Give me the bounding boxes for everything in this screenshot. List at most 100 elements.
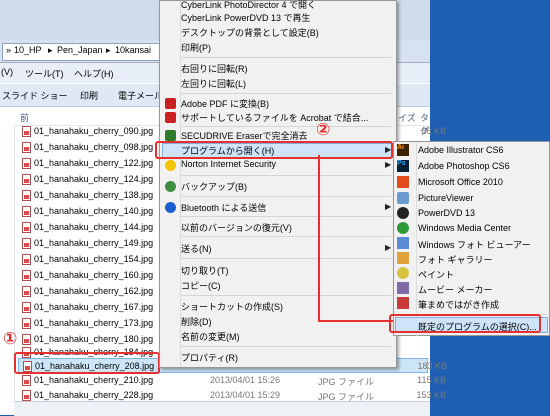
submenu-arrow-icon: ▶ — [385, 160, 392, 169]
menu-item-create-shortcut[interactable]: ショートカットの作成(S) — [181, 300, 283, 313]
submenu-item-photo-gallery[interactable]: フォト ギャラリー — [418, 253, 493, 266]
annotation-box-file — [14, 352, 160, 374]
annotation-box-open-with — [155, 141, 393, 159]
menu-view[interactable]: (V) — [1, 67, 13, 77]
menu-item-send-to[interactable]: 送る(N) — [181, 242, 212, 255]
menu-help[interactable]: ヘルプ(H) — [74, 67, 114, 80]
menu-item-backup[interactable]: バックアップ(B) — [181, 180, 247, 193]
pictureviewer-icon — [397, 192, 409, 204]
column-size[interactable]: イズ — [398, 111, 416, 124]
jpg-file-icon — [22, 254, 31, 265]
movie-maker-icon — [397, 282, 409, 294]
submenu-arrow-icon: ▶ — [385, 202, 392, 211]
menu-item-delete[interactable]: 削除(D) — [181, 315, 212, 328]
submenu-item-fudemame[interactable]: 筆まめではがき作成 — [418, 298, 499, 311]
breadcrumb-item[interactable]: 10kansai — [115, 45, 151, 55]
media-center-icon — [397, 222, 409, 234]
submenu-item-illustrator[interactable]: Adobe Illustrator CS6 — [418, 145, 504, 155]
menu-item-copy[interactable]: コピー(C) — [181, 279, 221, 292]
photoshop-icon: Ps — [397, 160, 409, 172]
menu-item-convert-pdf[interactable]: Adobe PDF に変換(B) — [181, 97, 269, 110]
menu-separator — [181, 196, 391, 197]
norton-icon — [165, 160, 176, 171]
menu-item-bluetooth-send[interactable]: Bluetooth による送信 — [181, 201, 266, 214]
menu-item-rename[interactable]: 名前の変更(M) — [181, 330, 240, 343]
menu-item-photodirector[interactable]: CyberLink PhotoDirector 4 で開く — [181, 0, 316, 11]
annotation-box-choose-default — [389, 314, 541, 333]
submenu-item-movie-maker[interactable]: ムービー メーカー — [418, 283, 493, 296]
menu-item-restore-versions[interactable]: 以前のバージョンの復元(V) — [181, 221, 292, 234]
menu-item-powerdvd-play[interactable]: CyberLink PowerDVD 13 で再生 — [181, 11, 311, 24]
breadcrumb-sep-icon: » — [6, 45, 12, 55]
submenu-item-office[interactable]: Microsoft Office 2010 — [418, 177, 503, 187]
horizontal-scrollbar[interactable] — [14, 401, 430, 416]
menu-separator — [181, 126, 391, 127]
menu-item-cut[interactable]: 切り取り(T) — [181, 264, 229, 277]
photo-gallery-icon — [397, 252, 409, 264]
powerdvd-icon — [397, 207, 409, 219]
jpg-file-icon — [22, 190, 31, 201]
jpg-file-icon — [22, 158, 31, 169]
submenu-arrow-icon: ▶ — [385, 243, 392, 252]
menu-item-acrobat-combine[interactable]: サポートしているファイルを Acrobat で結合... — [181, 111, 368, 124]
backup-icon — [165, 181, 176, 192]
menu-separator — [181, 57, 391, 58]
jpg-file-icon — [22, 174, 31, 185]
jpg-file-icon — [22, 270, 31, 281]
acrobat-icon — [165, 112, 176, 123]
submenu-item-pictureviewer[interactable]: PictureViewer — [418, 193, 473, 203]
jpg-file-icon — [22, 222, 31, 233]
jpg-file-icon — [22, 126, 31, 137]
submenu-item-photoshop[interactable]: Adobe Photoshop CS6 — [418, 161, 510, 171]
navigation-pane — [0, 125, 15, 415]
submenu-item-media-center[interactable]: Windows Media Center — [418, 223, 511, 233]
menu-separator — [181, 346, 391, 347]
menu-separator — [181, 258, 391, 259]
menu-item-norton[interactable]: Norton Internet Security — [181, 159, 276, 169]
adobe-pdf-icon — [165, 98, 176, 109]
annotation-marker-1: ① — [3, 329, 18, 348]
menu-item-properties[interactable]: プロパティ(R) — [181, 351, 238, 364]
jpg-file-icon — [22, 142, 31, 153]
print-button[interactable]: 印刷 — [80, 89, 98, 102]
file-row[interactable]: 01_hanahaku_cherry_210.jpg 2013/04/01 15:… — [18, 373, 446, 388]
jpg-file-icon — [22, 238, 31, 249]
fudemame-icon — [397, 297, 409, 309]
breadcrumb-sep-icon: ▸ — [48, 45, 53, 55]
office-icon — [397, 176, 409, 188]
breadcrumb-item[interactable]: Pen_Japan — [57, 45, 103, 55]
jpg-file-icon — [22, 390, 31, 401]
jpg-file-icon — [22, 334, 31, 345]
menu-separator — [181, 295, 391, 296]
annotation-connector — [318, 320, 393, 322]
paint-icon — [397, 267, 409, 279]
menu-separator — [181, 175, 391, 176]
submenu-item-powerdvd[interactable]: PowerDVD 13 — [418, 208, 475, 218]
breadcrumb-item[interactable]: 10_HP — [14, 45, 42, 55]
annotation-connector — [318, 155, 320, 322]
annotation-marker-2: ② — [316, 120, 331, 139]
jpg-file-icon — [22, 206, 31, 217]
breadcrumb-sep-icon: ▸ — [106, 45, 111, 55]
menu-separator — [181, 216, 391, 217]
jpg-file-icon — [22, 375, 31, 386]
menu-separator — [181, 236, 391, 237]
submenu-item-paint[interactable]: ペイント — [418, 268, 454, 281]
bluetooth-icon — [165, 202, 176, 213]
secudrive-icon — [165, 130, 176, 141]
jpg-file-icon — [22, 286, 31, 297]
menu-separator — [181, 93, 391, 94]
menu-item-rotate-right[interactable]: 右回りに回転(R) — [181, 62, 248, 75]
menu-item-set-wallpaper[interactable]: デスクトップの背景として設定(B) — [181, 26, 319, 39]
menu-item-print[interactable]: 印刷(P) — [181, 41, 211, 54]
illustrator-icon: Ai — [397, 144, 409, 156]
email-button[interactable]: 電子メール — [118, 89, 163, 102]
jpg-file-icon — [22, 302, 31, 313]
menu-tools[interactable]: ツール(T) — [25, 67, 64, 80]
jpg-file-icon — [22, 318, 31, 329]
photo-viewer-icon — [397, 237, 409, 249]
slideshow-button[interactable]: スライド ショー — [2, 89, 68, 102]
menu-item-rotate-left[interactable]: 左回りに回転(L) — [181, 77, 246, 90]
submenu-item-photo-viewer[interactable]: Windows フォト ビューアー — [418, 238, 531, 251]
column-name[interactable]: 前 — [20, 111, 29, 124]
